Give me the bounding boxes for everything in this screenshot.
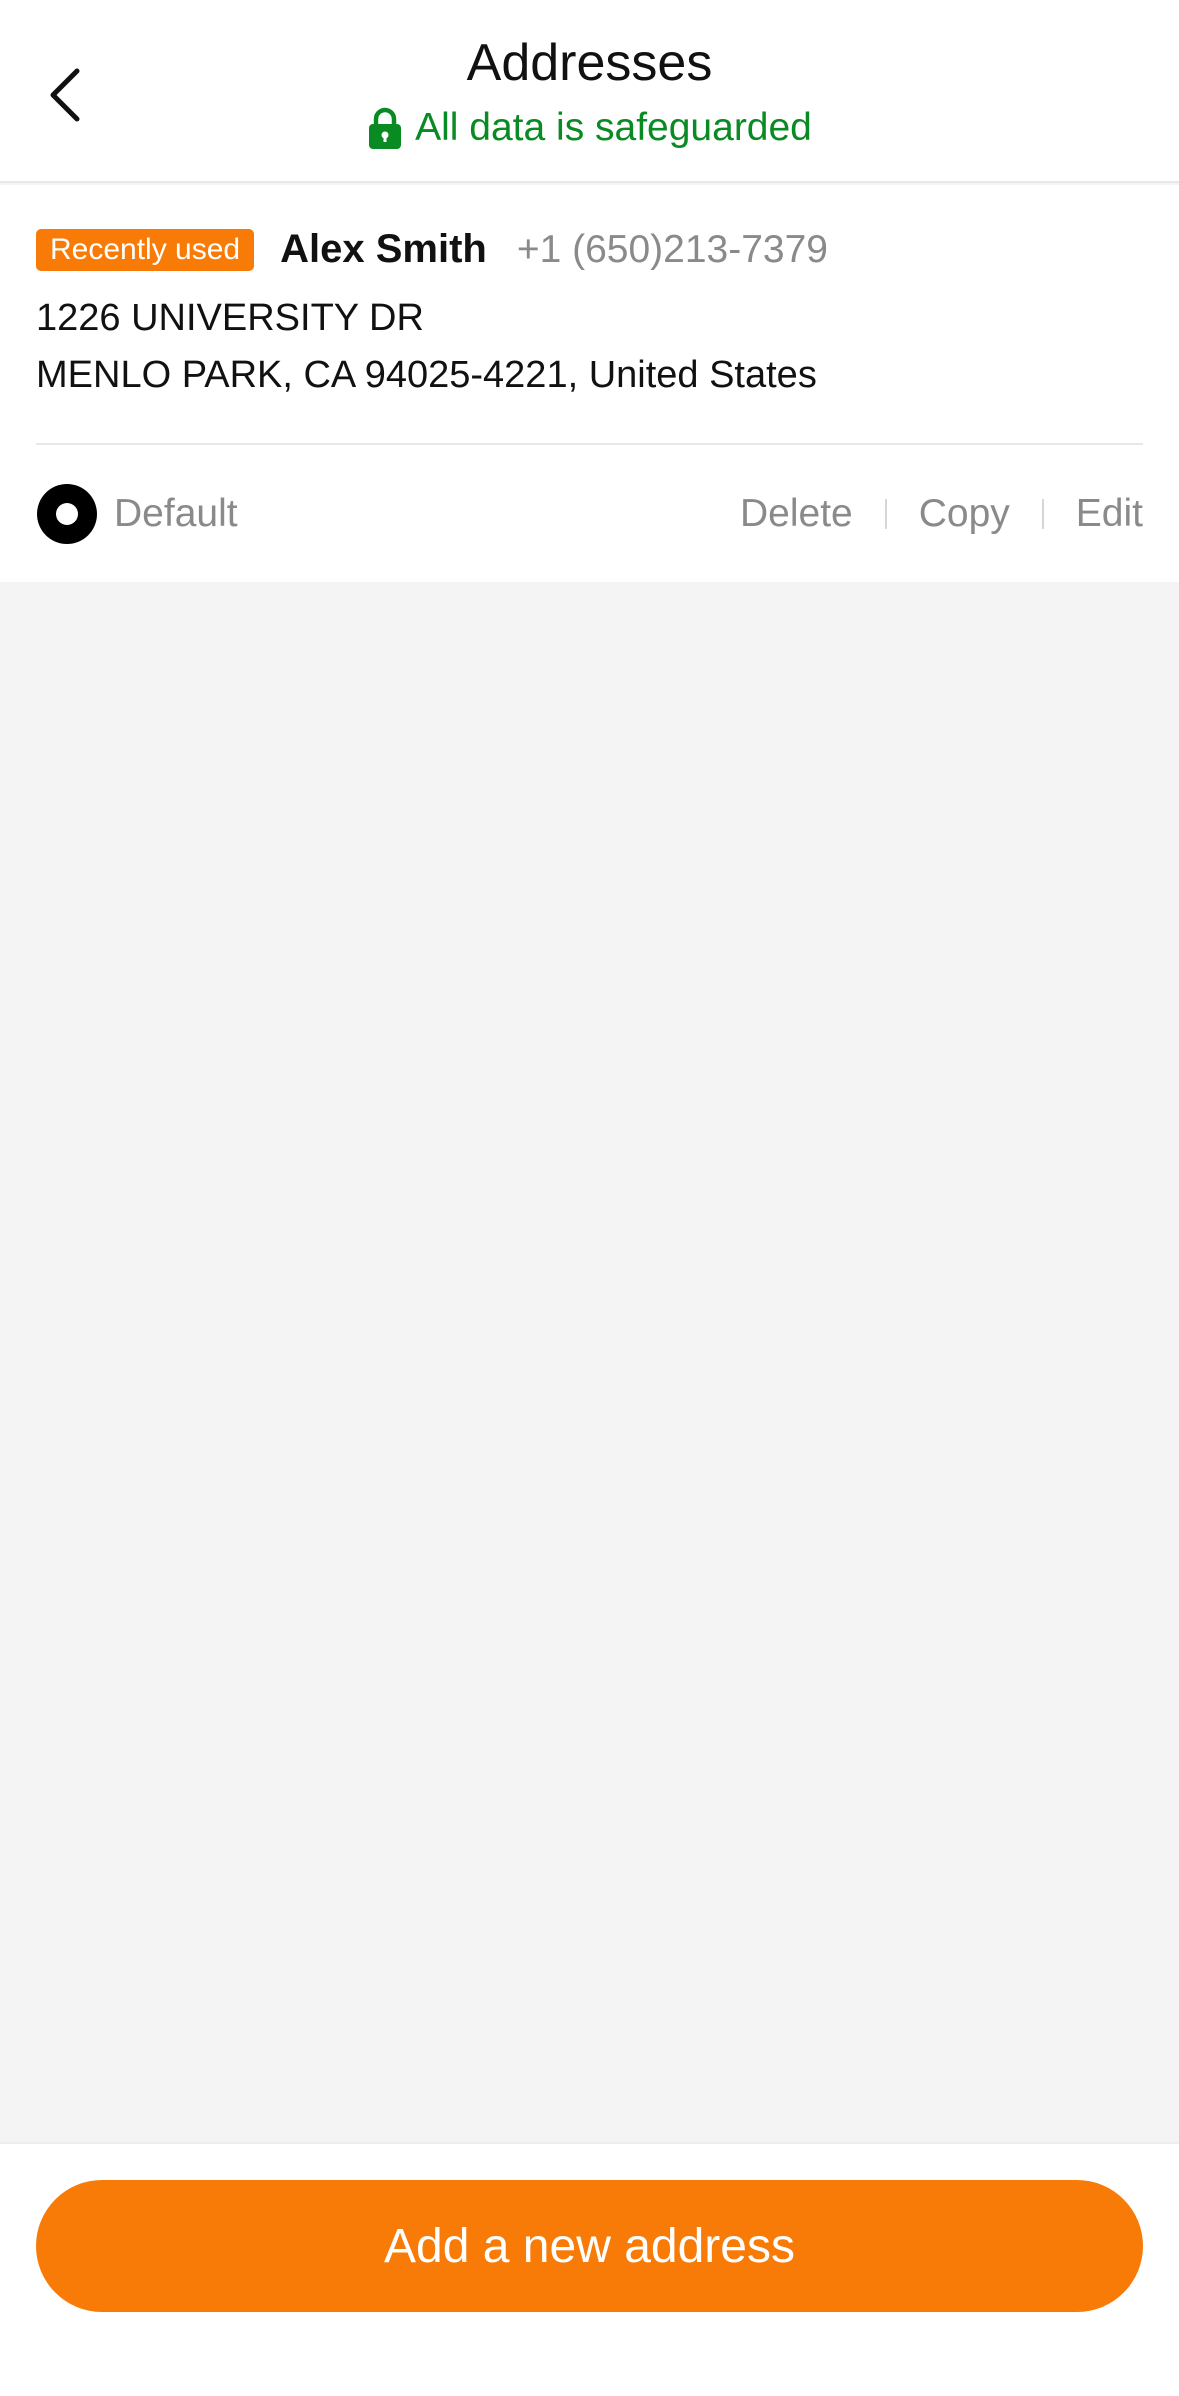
- recently-used-badge: Recently used: [36, 228, 255, 271]
- security-notice: All data is safeguarded: [0, 100, 1179, 156]
- delete-button[interactable]: Delete: [740, 492, 853, 536]
- action-separator: [884, 499, 887, 529]
- recipient-phone: +1 (650)213-7379: [516, 227, 828, 271]
- bottom-bar: Add a new address: [0, 2142, 1179, 2396]
- radio-selected-icon[interactable]: [36, 483, 98, 545]
- address-line-2: MENLO PARK, CA 94025-4221, United States: [36, 354, 817, 396]
- address-actions: Delete Copy Edit: [740, 483, 1143, 545]
- lock-icon: [369, 107, 402, 149]
- add-new-address-button[interactable]: Add a new address: [36, 2180, 1143, 2312]
- default-label: Default: [114, 492, 238, 535]
- address-line-1: 1226 UNIVERSITY DR: [36, 297, 424, 339]
- action-separator: [1041, 499, 1044, 529]
- addresses-page: Addresses All data is safeguarded Recent…: [0, 0, 1179, 2396]
- address-card[interactable]: Recently used Alex Smith +1 (650)213-737…: [0, 185, 1179, 582]
- copy-button[interactable]: Copy: [919, 492, 1010, 536]
- header: Addresses All data is safeguarded: [0, 0, 1179, 183]
- security-text: All data is safeguarded: [415, 106, 812, 149]
- card-divider: [36, 443, 1143, 445]
- recipient-name: Alex Smith: [280, 227, 487, 271]
- address-card-header: Recently used Alex Smith +1 (650)213-737…: [36, 227, 828, 272]
- page-title: Addresses: [466, 34, 713, 92]
- default-toggle[interactable]: Default: [36, 483, 238, 545]
- edit-button[interactable]: Edit: [1076, 492, 1143, 536]
